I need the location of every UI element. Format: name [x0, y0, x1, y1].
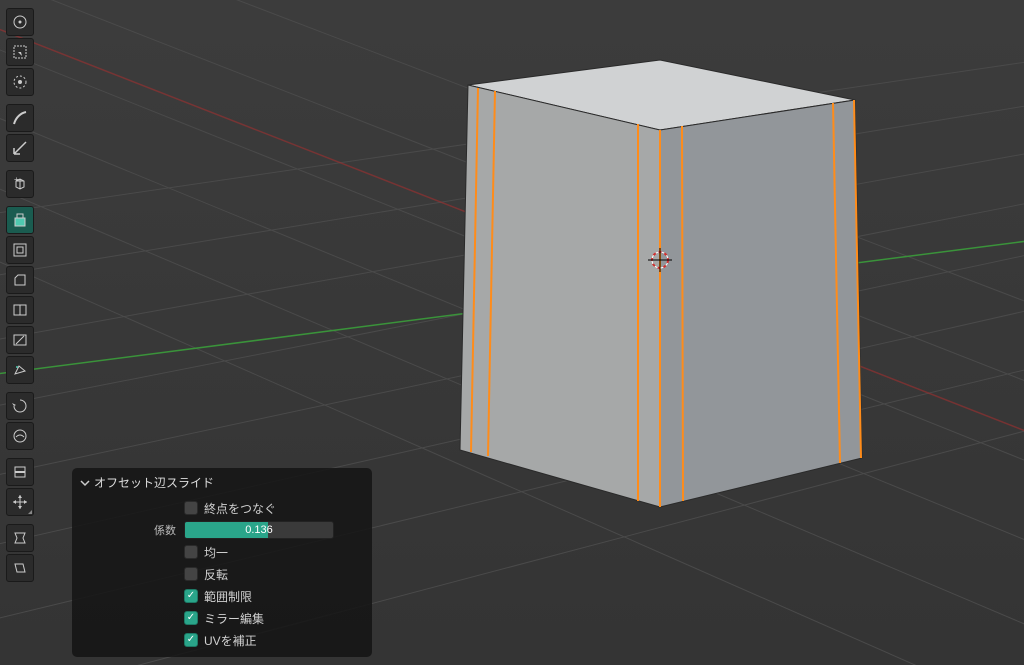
panel-row-2: 均一	[80, 543, 364, 561]
transform-tool[interactable]	[6, 488, 34, 516]
checkbox[interactable]	[184, 633, 198, 647]
operator-panel[interactable]: オフセット辺スライド 終点をつなぐ係数 0.136 均一反転範囲制限ミラー編集 UVを…	[72, 468, 372, 657]
shear-tool[interactable]	[6, 554, 34, 582]
spin-tool[interactable]	[6, 392, 34, 420]
add-cube-tool[interactable]: +	[6, 170, 34, 198]
panel-row-3: 反転	[80, 565, 364, 583]
checkbox[interactable]	[184, 589, 198, 603]
chevron-down-icon	[80, 478, 90, 488]
loop-cut-tool[interactable]	[6, 296, 34, 324]
checkbox[interactable]	[184, 567, 198, 581]
panel-row-6: UVを補正	[80, 631, 364, 649]
factor-slider[interactable]: 0.136	[184, 521, 334, 539]
checkbox[interactable]	[184, 501, 198, 515]
checkbox-label: 反転	[204, 566, 228, 583]
checkbox-label: 終点をつなぐ	[204, 500, 276, 517]
checkbox[interactable]	[184, 545, 198, 559]
shrink-fatten-tool[interactable]	[6, 524, 34, 552]
cursor-tool[interactable]	[6, 8, 34, 36]
panel-row-5: ミラー編集	[80, 609, 364, 627]
panel-row-1: 係数 0.136	[80, 521, 364, 539]
measure-tool[interactable]	[6, 134, 34, 162]
checkbox[interactable]	[184, 611, 198, 625]
knife-tool[interactable]	[6, 326, 34, 354]
checkbox-label: 均一	[204, 544, 228, 561]
edge-slide-tool[interactable]	[6, 458, 34, 486]
checkbox-label: ミラー編集	[204, 610, 264, 627]
cube-face-front	[460, 85, 660, 507]
annotate-tool[interactable]	[6, 104, 34, 132]
cube-face-side	[660, 100, 862, 507]
extrude-region-tool[interactable]	[6, 206, 34, 234]
panel-title: オフセット辺スライド	[94, 474, 214, 491]
panel-header[interactable]: オフセット辺スライド	[80, 474, 364, 495]
checkbox-label: UVを補正	[204, 632, 257, 649]
factor-value: 0.136	[185, 522, 333, 538]
bevel-tool[interactable]	[6, 266, 34, 294]
checkbox-label: 範囲制限	[204, 588, 252, 605]
poly-build-tool[interactable]	[6, 356, 34, 384]
panel-row-label: 係数	[80, 522, 176, 538]
select-circle-tool[interactable]	[6, 68, 34, 96]
panel-row-0: 終点をつなぐ	[80, 499, 364, 517]
panel-row-4: 範囲制限	[80, 587, 364, 605]
svg-text:+: +	[14, 175, 19, 184]
smooth-tool[interactable]	[6, 422, 34, 450]
tool-toolbar: +	[6, 8, 34, 586]
select-box-tool[interactable]	[6, 38, 34, 66]
inset-faces-tool[interactable]	[6, 236, 34, 264]
